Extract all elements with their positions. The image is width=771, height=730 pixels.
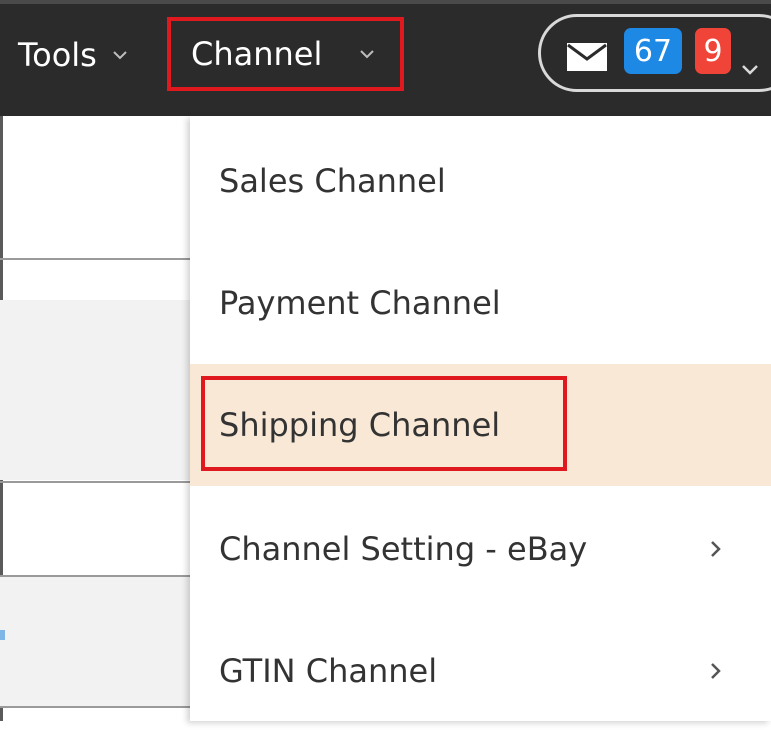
chevron-right-icon — [711, 663, 721, 679]
nav-menu-channel[interactable]: Channel — [167, 17, 404, 91]
menu-item-label: Channel Setting - eBay — [219, 530, 588, 568]
menu-item-label: Sales Channel — [219, 162, 446, 200]
menu-item-channel-setting-ebay[interactable]: Channel Setting - eBay — [190, 490, 771, 608]
row-indicator — [0, 630, 5, 640]
nav-channel-label: Channel — [191, 35, 323, 73]
shipping-channel-highlight — [201, 376, 567, 471]
row-divider — [0, 706, 190, 708]
top-nav-bar: Tools Channel 67 9 — [0, 0, 771, 116]
menu-item-label: GTIN Channel — [219, 652, 438, 690]
top-edge-divider — [0, 0, 771, 4]
nav-tools-label: Tools — [18, 36, 97, 74]
chevron-down-icon — [360, 50, 375, 59]
envelope-icon[interactable] — [566, 42, 608, 72]
menu-item-label: Payment Channel — [219, 284, 501, 322]
row-divider — [0, 258, 190, 260]
table-row — [0, 300, 190, 480]
alert-count-badge[interactable]: 9 — [695, 28, 731, 74]
chevron-down-icon[interactable] — [740, 60, 760, 80]
message-count-badge[interactable]: 67 — [624, 28, 682, 74]
menu-item-sales-channel[interactable]: Sales Channel — [190, 122, 771, 240]
table-row — [0, 577, 190, 707]
nav-menu-tools[interactable]: Tools — [18, 30, 129, 80]
menu-item-gtin-channel[interactable]: GTIN Channel — [190, 612, 771, 730]
menu-item-payment-channel[interactable]: Payment Channel — [190, 244, 771, 362]
chevron-right-icon — [711, 541, 721, 557]
chevron-down-icon — [113, 51, 127, 60]
row-divider — [0, 481, 190, 483]
